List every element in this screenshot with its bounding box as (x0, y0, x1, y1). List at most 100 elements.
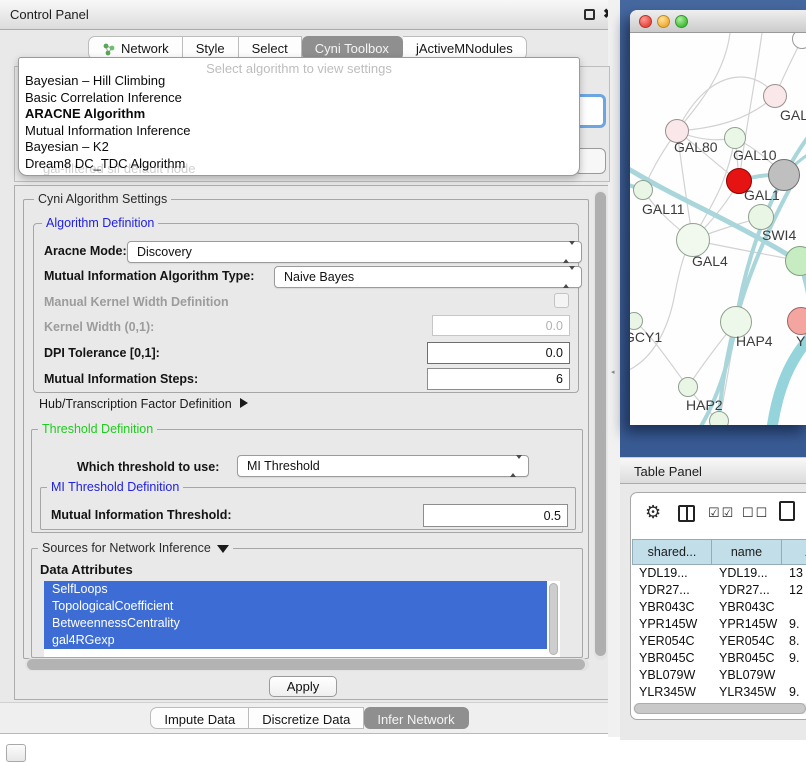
list-scrollbar[interactable] (548, 582, 559, 656)
algorithm-option-bayesian-k2[interactable]: Bayesian – K2 (19, 139, 579, 156)
table-cell: YDL19... (632, 565, 712, 582)
manual-kernel-checkbox[interactable] (554, 293, 569, 308)
node-label-hap4: HAP4 (736, 333, 773, 349)
sources-group: Sources for Network Inference Data Attri… (31, 548, 583, 658)
dpi-tolerance-input[interactable]: 0.0 (427, 342, 570, 364)
table-row[interactable]: YBR045CYBR045C9. (632, 650, 806, 667)
tab-discretize-data[interactable]: Discretize Data (249, 707, 364, 729)
hub-definition-expander[interactable]: Hub/Transcription Factor Definition (39, 397, 248, 411)
control-panel-window: Control Panel ✖ NetworkStyleSelectCyni T… (0, 0, 620, 734)
float-window-icon[interactable] (584, 9, 595, 20)
settings-gear-icon[interactable]: ⚙ (645, 502, 661, 523)
bottom-corner-button[interactable] (6, 744, 26, 762)
unchecked-columns-icon[interactable]: ☐☐ (742, 505, 769, 521)
table-cell: 9. (782, 684, 806, 701)
column-header-shared[interactable]: shared... (632, 539, 712, 565)
mi-algorithm-type-value: Naive Bayes (284, 270, 354, 284)
apply-button[interactable]: Apply (269, 676, 337, 697)
which-threshold-select[interactable]: MI Threshold (237, 455, 529, 477)
bottom-tab-bar: Impute DataDiscretize DataInfer Network (0, 702, 619, 733)
table-row[interactable]: YDR27...YDR27...12 (632, 582, 806, 599)
attribute-item-selfloops[interactable]: SelfLoops (44, 581, 547, 598)
sources-title: Sources for Network Inference (42, 541, 211, 555)
algorithm-dropdown-popup: Select algorithm to view settings gal-fi… (18, 57, 580, 176)
control-panel-titlebar[interactable]: Control Panel ✖ (0, 0, 619, 30)
table-row[interactable]: YBR043CYBR043C (632, 599, 806, 616)
table-cell: 9. (782, 650, 806, 667)
tab-label: Style (196, 41, 225, 56)
mi-steps-input[interactable]: 6 (427, 368, 570, 390)
kernel-width-input[interactable]: 0.0 (432, 315, 570, 336)
dpi-tolerance-value: 0.0 (546, 346, 563, 360)
stepper-icon (563, 270, 575, 284)
table-cell: YIL052C (632, 701, 712, 702)
algorithm-option-mutual-information-inference[interactable]: Mutual Information Inference (19, 123, 579, 140)
node-label-gal4: GAL4 (692, 253, 728, 269)
aracne-mode-select[interactable]: Discovery (127, 241, 582, 263)
table-cell: YBR043C (712, 599, 782, 616)
scrollbar-thumb[interactable] (27, 659, 585, 670)
algorithm-option-aracne-algorithm[interactable]: ARACNE Algorithm (19, 106, 579, 123)
minimize-traffic-light-icon[interactable] (657, 15, 670, 28)
desktop-background: GALGAL80GAL10GAL1GAL11SWI4GAL4GCY1HAP4YH… (620, 0, 806, 457)
algorithm-option-basic-correlation-inference[interactable]: Basic Correlation Inference (19, 90, 579, 107)
node-label-swi4: SWI4 (762, 227, 796, 243)
table-row[interactable]: YPR145WYPR145W9. (632, 616, 806, 633)
tab-label: jActiveMNodules (416, 41, 513, 56)
scrollbar-thumb[interactable] (595, 192, 606, 656)
table-cell: YDR27... (632, 582, 712, 599)
node-gal3[interactable] (763, 84, 787, 108)
node-gal11[interactable] (633, 180, 653, 200)
node-label-salmon-node: Y (796, 333, 805, 349)
algorithm-option-dream8-dc-tdc-algorithm[interactable]: Dream8 DC_TDC Algorithm (19, 156, 579, 173)
scrollbar-thumb[interactable] (549, 583, 558, 655)
table-cell: YLR345W (712, 684, 782, 701)
table-cell (782, 667, 806, 684)
mi-algorithm-type-select[interactable]: Naive Bayes (274, 266, 582, 288)
split-columns-icon[interactable] (678, 505, 695, 522)
scrollbar-thumb[interactable] (634, 703, 806, 714)
node-bottom-partial[interactable] (709, 411, 729, 425)
zoom-traffic-light-icon[interactable] (675, 15, 688, 28)
table-row[interactable]: YDL19...YDL19...13 (632, 565, 806, 582)
network-view-window[interactable]: GALGAL80GAL10GAL1GAL11SWI4GAL4GCY1HAP4YH… (630, 10, 806, 425)
divider-collapse-icon[interactable]: ◂ (611, 368, 615, 376)
network-canvas[interactable]: GALGAL80GAL10GAL1GAL11SWI4GAL4GCY1HAP4YH… (630, 33, 806, 425)
attribute-item-topologicalcoefficient[interactable]: TopologicalCoefficient (44, 598, 547, 615)
table-row[interactable]: YER054CYER054C8. (632, 633, 806, 650)
network-window-titlebar[interactable] (630, 10, 806, 33)
document-icon[interactable] (779, 501, 795, 521)
aracne-mode-label: Aracne Mode: (44, 244, 127, 258)
tab-infer-network[interactable]: Infer Network (364, 707, 468, 729)
tab-impute-data[interactable]: Impute Data (150, 707, 249, 729)
mi-threshold-input[interactable]: 0.5 (423, 504, 568, 527)
table-horizontal-scrollbar[interactable] (633, 703, 806, 714)
table-body: YDL19...YDL19...13YDR27...YDR27...12YBR0… (632, 565, 806, 702)
table-panel-titlebar[interactable]: Table Panel (620, 457, 806, 484)
settings-vertical-scrollbar[interactable] (594, 190, 607, 660)
aracne-mode-value: Discovery (137, 245, 192, 259)
node-label-gal3: GAL (780, 107, 806, 123)
which-threshold-value: MI Threshold (247, 459, 320, 473)
algorithm-option-bayesian-hill-climbing[interactable]: Bayesian – Hill Climbing (19, 73, 579, 90)
table-row[interactable]: YIL052CYIL052C9. (632, 701, 806, 702)
cyni-settings-panel: Cyni Algorithm Settings Algorithm Defini… (14, 185, 610, 700)
control-panel-title: Control Panel (10, 7, 89, 22)
node-hap2[interactable] (678, 377, 698, 397)
table-row[interactable]: YLR345WYLR345W9. (632, 684, 806, 701)
table-cell: YDR27... (712, 582, 782, 599)
data-attributes-list[interactable]: SelfLoopsTopologicalCoefficientBetweenne… (44, 581, 560, 657)
settings-horizontal-scrollbar[interactable] (25, 658, 589, 671)
column-header-a[interactable]: A (782, 539, 806, 565)
table-cell: YPR145W (712, 616, 782, 633)
node-gal10[interactable] (724, 127, 746, 149)
checked-columns-icon[interactable]: ☑☑ (708, 505, 735, 521)
close-traffic-light-icon[interactable] (639, 15, 652, 28)
attribute-item-gal4rgexp[interactable]: gal4RGexp (44, 632, 547, 649)
sources-expander[interactable]: Sources for Network Inference (38, 541, 233, 555)
column-header-name[interactable]: name (712, 539, 782, 565)
table-row[interactable]: YBL079WYBL079W (632, 667, 806, 684)
attribute-item-betweennesscentrality[interactable]: BetweennessCentrality (44, 615, 547, 632)
node-gal4[interactable] (676, 223, 710, 257)
mi-steps-label: Mutual Information Steps: (44, 372, 198, 386)
